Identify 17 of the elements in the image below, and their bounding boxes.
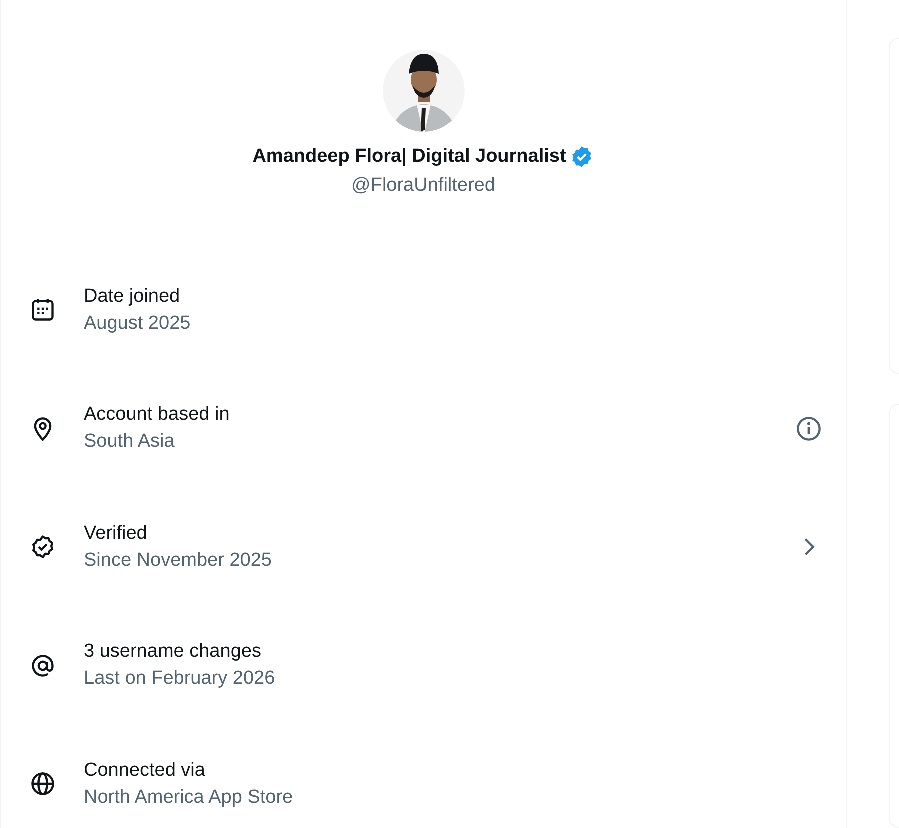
detail-label: 3 username changes — [84, 641, 262, 664]
globe-icon — [30, 771, 56, 798]
detail-label: Connected via — [84, 760, 206, 782]
detail-label: Account based in — [84, 404, 230, 426]
profile-handle: @FloraUnfiltered — [352, 175, 496, 197]
detail-value: North America App Store — [84, 786, 294, 809]
detail-value: August 2025 — [84, 312, 191, 335]
detail-value: South Asia — [84, 431, 175, 454]
profile-name: Amandeep Flora| Digital Journalist — [252, 146, 566, 168]
calendar-icon — [30, 297, 56, 324]
info-icon[interactable] — [796, 416, 822, 442]
badge-check-icon — [30, 534, 56, 560]
detail-label: Verified — [84, 522, 148, 545]
detail-value: Since November 2025 — [84, 550, 272, 572]
at-sign-icon — [30, 652, 56, 679]
detail-label: Date joined — [84, 286, 180, 308]
detail-value: Last on February 2026 — [84, 668, 276, 690]
